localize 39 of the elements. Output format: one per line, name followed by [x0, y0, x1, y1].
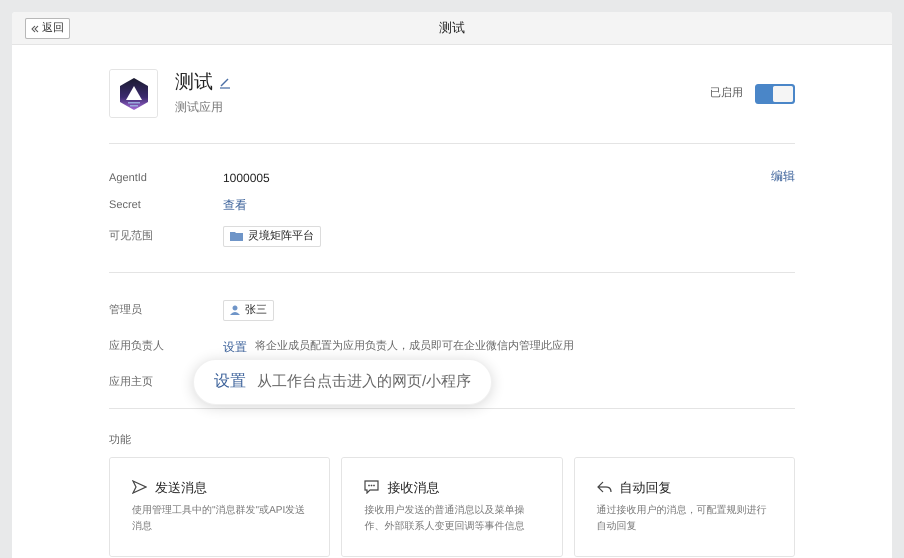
feature-card[interactable]: 接收消息 接收用户发送的普通消息以及菜单操作、外部联系人变更回调等事件信息	[341, 456, 563, 556]
hint-text: 将企业成员配置为应用负责人，成员即可在企业微信内管理此应用	[255, 338, 574, 354]
reply-icon	[596, 480, 612, 494]
folder-icon	[230, 231, 243, 241]
field-label: 管理员	[109, 302, 142, 318]
section-title: 功能	[109, 433, 132, 448]
field-label: Secret	[109, 198, 141, 213]
double-chevron-icon	[31, 24, 39, 32]
view-link[interactable]: 查看	[223, 196, 247, 214]
app-logo	[109, 69, 158, 118]
admin-tag[interactable]: 张三	[223, 300, 274, 320]
feature-description: 通过接收用户的消息，可配置规则进行自动回复	[596, 504, 768, 534]
field-label: 可见范围	[109, 228, 153, 244]
status-label: 已启用	[710, 86, 743, 102]
feature-title: 发送消息	[155, 478, 207, 496]
feature-card[interactable]: 发送消息 使用管理工具中的"消息群发"或API发送消息	[109, 456, 330, 556]
field-label: 应用负责人	[109, 338, 164, 354]
edit-icon[interactable]	[219, 77, 231, 89]
edit-link[interactable]: 编辑	[771, 167, 795, 185]
feature-description: 接收用户发送的普通消息以及菜单操作、外部联系人变更回调等事件信息	[364, 504, 526, 534]
person-icon	[230, 305, 240, 315]
app-description: 测试应用	[175, 99, 224, 116]
setup-link[interactable]: 设置	[214, 370, 246, 394]
field-value: 1000005	[223, 170, 270, 187]
field-label: 应用主页	[109, 374, 153, 390]
back-button[interactable]: 返回	[25, 18, 70, 39]
chat-icon	[364, 480, 380, 494]
scope-tag[interactable]: 灵境矩阵平台	[223, 226, 321, 246]
send-icon	[132, 480, 147, 494]
feature-title: 接收消息	[387, 478, 440, 496]
feature-title: 自动回复	[620, 478, 672, 496]
app-name: 测试	[175, 71, 213, 95]
field-label: AgentId	[109, 170, 147, 186]
feature-card[interactable]: 自动回复 通过接收用户的消息，可配置规则进行自动回复	[574, 456, 795, 556]
enable-toggle[interactable]	[755, 84, 795, 104]
setup-link[interactable]: 设置	[223, 338, 247, 356]
feature-description: 使用管理工具中的"消息群发"或API发送消息	[132, 504, 306, 534]
page-title: 测试	[439, 19, 465, 38]
hint-text: 从工作台点击进入的网页/小程序	[257, 372, 472, 392]
